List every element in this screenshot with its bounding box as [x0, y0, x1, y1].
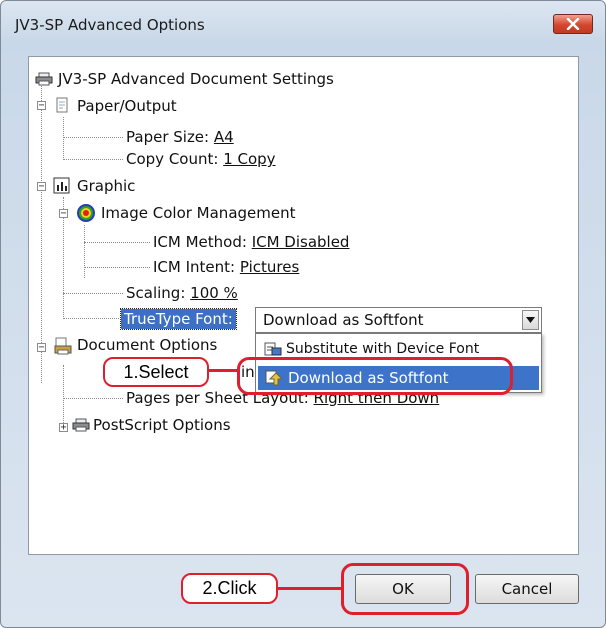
tree-line — [63, 117, 64, 160]
icm-method-value[interactable]: ICM Disabled — [252, 233, 350, 251]
truetype-font-combo[interactable]: Download as Softfont — [255, 307, 542, 333]
truetype-font-label[interactable]: TrueType Font: — [120, 308, 237, 330]
color-wheel-icon — [77, 204, 95, 222]
paper-size-value[interactable]: A4 — [214, 128, 234, 146]
tree-line — [63, 137, 123, 138]
dialog-window: JV3-SP Advanced Options JV3-SP Advanced … — [0, 0, 606, 628]
scaling-setting[interactable]: Scaling: 100 % — [126, 284, 238, 302]
truetype-font-selected: Download as Softfont — [263, 311, 424, 329]
tree-line — [63, 365, 64, 427]
chevron-down-icon — [526, 317, 535, 323]
copy-count-label: Copy Count: — [126, 150, 224, 168]
close-button[interactable] — [553, 14, 593, 34]
printer-icon — [35, 72, 53, 86]
collapse-expander[interactable]: − — [59, 209, 68, 219]
icm-method-label: ICM Method: — [153, 233, 252, 251]
cancel-button[interactable]: Cancel — [475, 574, 579, 604]
option-substitute-label: Substitute with Device Font — [286, 341, 480, 357]
document-options-icon — [54, 337, 72, 355]
paper-output-icon — [56, 97, 68, 113]
tree-line — [84, 242, 150, 243]
icm-method-setting[interactable]: ICM Method: ICM Disabled — [153, 233, 349, 251]
dropdown-arrow-button[interactable] — [522, 310, 539, 330]
click-callout: 2.Click — [181, 573, 278, 604]
tree-postscript-options[interactable]: PostScript Options — [93, 416, 231, 434]
font-option-icon — [264, 342, 282, 356]
tree-line — [41, 83, 42, 383]
click-callout-connector — [277, 587, 343, 590]
tree-paper-output[interactable]: Paper/Output — [77, 97, 177, 115]
ok-highlight-ring — [341, 563, 469, 615]
close-x-icon — [566, 18, 580, 30]
graphic-chart-icon — [53, 177, 70, 194]
tree-line — [84, 225, 85, 278]
icm-intent-value[interactable]: Pictures — [240, 258, 299, 276]
settings-tree-panel: JV3-SP Advanced Document Settings − Pape… — [28, 56, 579, 555]
paper-size-label: Paper Size: — [126, 128, 214, 146]
tree-line — [63, 398, 123, 399]
collapse-expander[interactable]: − — [37, 101, 46, 111]
icm-intent-setting[interactable]: ICM Intent: Pictures — [153, 258, 299, 276]
collapse-expander[interactable]: − — [37, 343, 46, 353]
tree-graphic[interactable]: Graphic — [77, 177, 135, 195]
select-highlight-ring — [237, 357, 513, 395]
expand-expander[interactable]: + — [59, 423, 68, 433]
tree-image-color-management[interactable]: Image Color Management — [101, 204, 296, 222]
paper-size-setting[interactable]: Paper Size: A4 — [126, 128, 234, 146]
tree-line — [63, 318, 119, 319]
window-title: JV3-SP Advanced Options — [15, 16, 205, 34]
tree-document-options[interactable]: Document Options — [77, 336, 217, 354]
tree-line — [84, 267, 150, 268]
printer-icon — [72, 418, 90, 432]
tree-root-label[interactable]: JV3-SP Advanced Document Settings — [58, 70, 334, 88]
collapse-expander[interactable]: − — [37, 182, 46, 192]
copy-count-setting[interactable]: Copy Count: 1 Copy — [126, 150, 276, 168]
scaling-label: Scaling: — [126, 284, 191, 302]
tree-line — [63, 293, 123, 294]
select-callout-connector — [208, 369, 239, 372]
copy-count-value[interactable]: 1 Copy — [223, 150, 275, 168]
scaling-value[interactable]: 100 % — [190, 284, 238, 302]
icm-intent-label: ICM Intent: — [153, 258, 240, 276]
select-callout: 1.Select — [103, 357, 209, 387]
tree-line — [63, 159, 123, 160]
